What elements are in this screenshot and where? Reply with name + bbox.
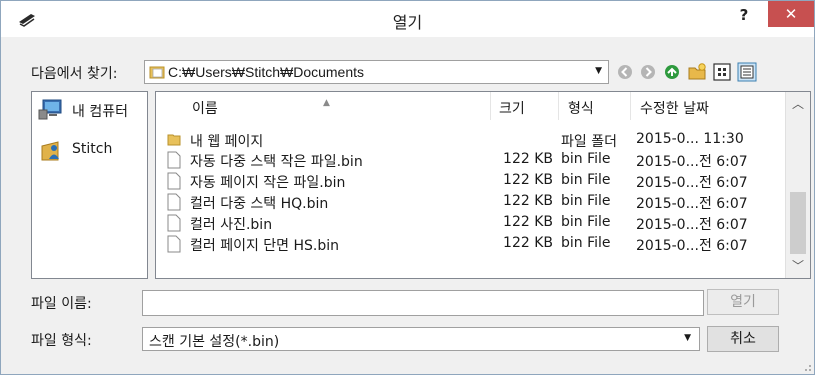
filetype-value: 스캔 기본 설정(*.bin) <box>149 334 280 350</box>
file-name: 자동 다중 스택 작은 파일.bin <box>190 154 363 170</box>
scroll-down-icon[interactable]: ﹀ <box>786 254 810 278</box>
list-item[interactable]: 컬러 다중 스택 HQ.bin 122 KB bin File 2015-0..… <box>156 192 782 212</box>
vertical-scrollbar[interactable]: ︿ ﹀ <box>785 92 810 278</box>
file-name: 컬러 페이지 단면 HS.bin <box>190 238 340 254</box>
file-icon <box>167 235 181 253</box>
column-header-row: 이름 ▲ 크기 형식 수정한 날짜 <box>156 92 786 120</box>
user-folder-icon <box>41 141 59 161</box>
file-size: 122 KB <box>503 193 553 209</box>
file-icon <box>167 172 181 190</box>
filetype-dropdown[interactable]: 스캔 기본 설정(*.bin) ▼ <box>142 327 700 351</box>
list-item[interactable]: 자동 페이지 작은 파일.bin 122 KB bin File 2015-0.… <box>156 171 782 191</box>
column-divider <box>558 92 559 120</box>
open-file-dialog: 열기 ? ✕ 다음에서 찾기: C:₩Users₩Stitch₩Document… <box>0 0 815 375</box>
file-type: bin File <box>561 214 611 230</box>
list-item[interactable]: 컬러 사진.bin 122 KB bin File 2015-0...전 6:0… <box>156 213 782 233</box>
back-arrow-icon <box>618 65 632 79</box>
file-size: 122 KB <box>503 235 553 251</box>
resize-grip-icon[interactable] <box>802 362 812 372</box>
place-label: Stitch <box>72 141 113 157</box>
column-size[interactable]: 크기 <box>499 98 525 118</box>
scroll-up-icon[interactable]: ︿ <box>786 92 810 116</box>
chevron-down-icon: ▼ <box>595 66 602 76</box>
file-modified: 2015-0...전 6:07 <box>636 175 748 191</box>
file-name: 컬러 사진.bin <box>190 217 273 233</box>
file-type: 파일 폴더 <box>561 134 617 150</box>
chevron-down-icon: ▼ <box>684 333 691 343</box>
file-list[interactable]: 이름 ▲ 크기 형식 수정한 날짜 내 웹 페이지 파일 폴더 2015-0..… <box>155 91 811 279</box>
up-arrow-icon <box>665 65 679 79</box>
sort-ascending-icon: ▲ <box>323 98 330 108</box>
look-in-dropdown[interactable]: C:₩Users₩Stitch₩Documents ▼ <box>144 60 609 84</box>
file-modified: 2015-0...전 6:07 <box>636 217 748 233</box>
details-view-button[interactable] <box>737 62 757 82</box>
filename-label: 파일 이름: <box>31 296 92 312</box>
file-type: bin File <box>561 193 611 209</box>
file-icon <box>167 151 181 169</box>
file-modified: 2015-0...전 6:07 <box>636 238 748 254</box>
look-in-path: C:₩Users₩Stitch₩Documents <box>168 64 365 80</box>
file-name: 내 웹 페이지 <box>190 134 264 150</box>
grid-view-icon <box>713 63 731 81</box>
file-modified: 2015-0...전 6:07 <box>636 196 748 212</box>
column-divider <box>490 92 491 120</box>
column-name[interactable]: 이름 <box>192 98 218 118</box>
column-type[interactable]: 형식 <box>568 98 594 118</box>
folder-icon <box>167 134 181 146</box>
close-button[interactable]: ✕ <box>768 1 814 27</box>
file-size: 122 KB <box>503 151 553 167</box>
scrollbar-thumb[interactable] <box>790 192 806 254</box>
place-my-computer[interactable]: 내 컴퓨터 <box>38 96 146 122</box>
places-bar: 내 컴퓨터 Stitch <box>31 91 148 279</box>
details-view-icon <box>737 62 757 82</box>
file-size: 122 KB <box>503 214 553 230</box>
column-divider <box>630 92 631 120</box>
filetype-label: 파일 형식: <box>31 333 92 349</box>
file-icon <box>167 193 181 211</box>
look-in-label: 다음에서 찾기: <box>31 66 118 82</box>
open-button[interactable]: 열기 <box>707 289 779 315</box>
list-item[interactable]: 자동 다중 스택 작은 파일.bin 122 KB bin File 2015-… <box>156 150 782 170</box>
file-type: bin File <box>561 172 611 188</box>
file-icon <box>167 214 181 232</box>
file-modified: 2015-0...전 6:07 <box>636 154 748 170</box>
column-modified[interactable]: 수정한 날짜 <box>640 98 709 118</box>
filename-field[interactable] <box>142 290 704 316</box>
computer-icon <box>38 99 62 120</box>
forward-button[interactable] <box>638 62 658 82</box>
back-button[interactable] <box>615 62 635 82</box>
up-folder-button[interactable] <box>662 62 682 82</box>
new-folder-icon <box>688 63 706 80</box>
view-menu-button[interactable] <box>712 62 732 82</box>
dialog-title: 열기 <box>392 13 423 32</box>
file-type: bin File <box>561 235 611 251</box>
file-name: 자동 페이지 작은 파일.bin <box>190 175 346 191</box>
place-label: 내 컴퓨터 <box>72 104 128 120</box>
file-modified: 2015-0... 11:30 <box>636 131 744 147</box>
help-button[interactable]: ? <box>734 6 754 24</box>
place-stitch[interactable]: Stitch <box>38 136 146 162</box>
file-size: 122 KB <box>503 172 553 188</box>
title-bar: 열기 ? ✕ <box>1 1 814 37</box>
list-item[interactable]: 내 웹 페이지 파일 폴더 2015-0... 11:30 <box>156 130 782 150</box>
forward-arrow-icon <box>641 65 655 79</box>
file-name: 컬러 다중 스택 HQ.bin <box>190 196 329 212</box>
cancel-button[interactable]: 취소 <box>707 326 779 352</box>
file-type: bin File <box>561 151 611 167</box>
new-folder-button[interactable] <box>687 62 707 82</box>
list-item[interactable]: 컬러 페이지 단면 HS.bin 122 KB bin File 2015-0.… <box>156 234 782 254</box>
folder-icon <box>149 66 165 79</box>
